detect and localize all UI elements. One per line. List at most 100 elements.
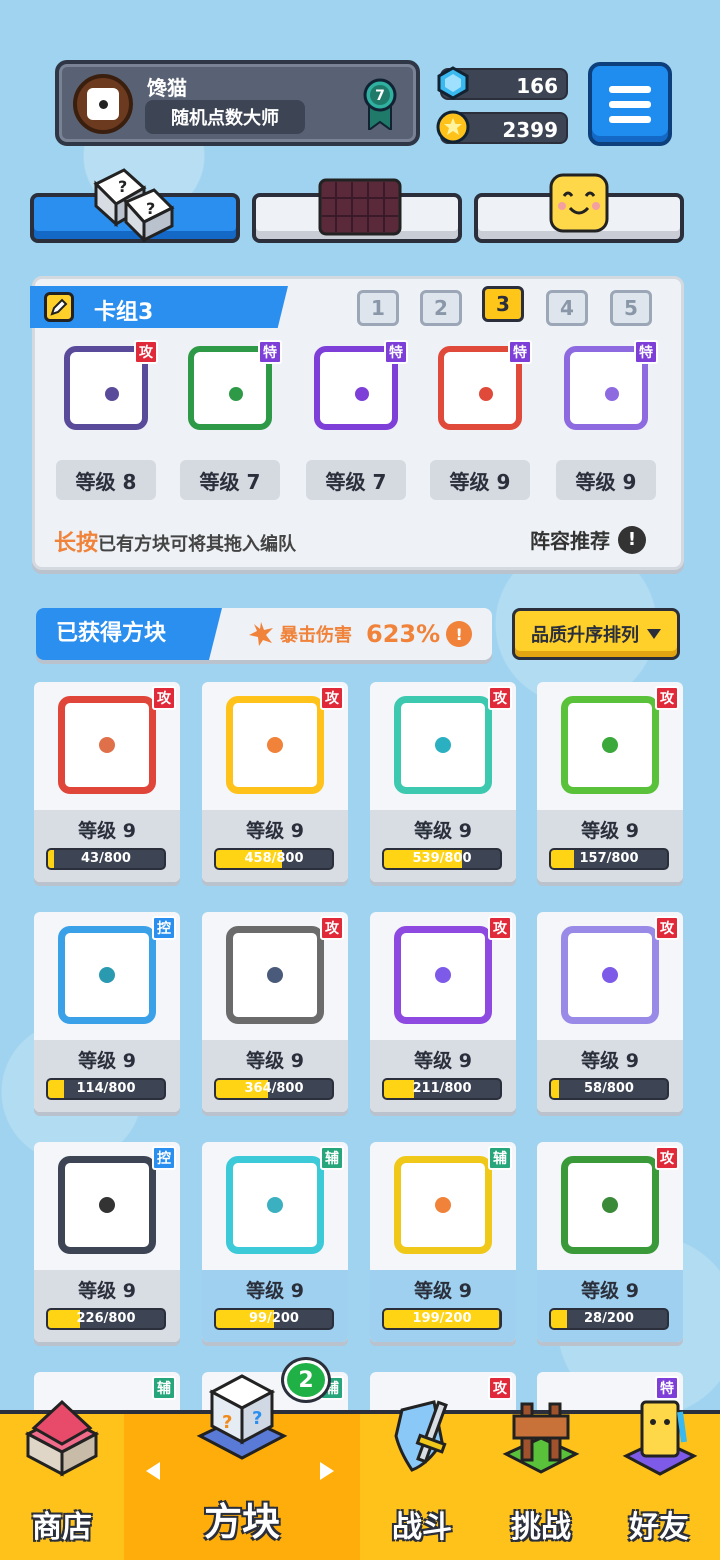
deck-card-level: 等级 8 [56, 460, 156, 500]
card-footer: 等级 9 114/800 [34, 1040, 180, 1112]
dice-icon [87, 88, 119, 120]
deck-card[interactable]: 特 [554, 336, 658, 440]
card-level: 等级 9 [78, 1280, 136, 1302]
deck-card-level: 等级 9 [556, 460, 656, 500]
card-face [394, 926, 492, 1024]
progress-text: 114/800 [76, 1081, 136, 1096]
smiley-face-icon [549, 173, 609, 233]
deck-card[interactable]: 特 [178, 336, 282, 440]
card-footer: 等级 9 43/800 [34, 810, 180, 882]
card-dot [229, 387, 243, 401]
crit-damage-info[interactable]: 暴击伤害 623% ! [248, 620, 473, 648]
block-card[interactable]: 控等级 9 114/800 [34, 912, 180, 1112]
card-level: 等级 9 [581, 1280, 639, 1302]
crit-value: 623% [366, 620, 441, 648]
card-type-tag: 攻 [152, 686, 176, 710]
card-level: 等级 9 [78, 1050, 136, 1072]
rank-ribbon-icon[interactable]: 7 [363, 78, 397, 130]
block-card[interactable]: 攻等级 9 539/800 [370, 682, 516, 882]
sort-button[interactable]: 品质升序排列 [512, 608, 680, 660]
deck-tab-2[interactable]: 2 [420, 290, 462, 326]
deck-tab-3[interactable]: 3 [482, 286, 524, 322]
menu-icon-line [609, 100, 651, 108]
nav-right-arrow-icon[interactable] [320, 1462, 334, 1480]
deck-card[interactable]: 特 [428, 336, 532, 440]
deck-tab-4[interactable]: 4 [546, 290, 588, 326]
deck-tab-5[interactable]: 5 [610, 290, 652, 326]
card-dot [355, 387, 369, 401]
nav-left-arrow-icon[interactable] [146, 1462, 160, 1480]
block-card[interactable]: 控等级 9 226/800 [34, 1142, 180, 1342]
progress-text: 58/800 [584, 1081, 634, 1096]
player-name: 馋猫 [147, 76, 187, 100]
progress-text: 43/800 [81, 851, 131, 866]
block-card[interactable]: 攻等级 9 458/800 [202, 682, 348, 882]
nav-challenge[interactable]: 挑战 [484, 1402, 598, 1560]
deck-card[interactable]: 攻 [54, 336, 158, 440]
shield-sword-icon [394, 1400, 448, 1472]
card-dot [99, 967, 115, 983]
board-grid-icon [318, 178, 402, 236]
player-profile-card[interactable]: 馋猫 随机点数大师 7 [55, 60, 420, 146]
progress-text: 539/800 [412, 851, 472, 866]
nav-blocks[interactable]: ? ? 方块 [124, 1374, 360, 1560]
card-type-tag: 攻 [320, 916, 344, 940]
gem-icon [437, 66, 469, 100]
deck-card-level: 等级 7 [306, 460, 406, 500]
upgrade-progress-bar: 58/800 [549, 1078, 669, 1100]
card-dot [435, 1197, 451, 1213]
deck-tab-1[interactable]: 1 [357, 290, 399, 326]
main-menu-button[interactable] [588, 62, 672, 146]
upgrade-progress-bar: 157/800 [549, 848, 669, 870]
progress-text: 157/800 [579, 851, 639, 866]
card-dot [602, 737, 618, 753]
block-card[interactable]: 攻等级 9 58/800 [537, 912, 683, 1112]
burst-icon [249, 622, 273, 646]
block-card[interactable]: 攻等级 9 43/800 [34, 682, 180, 882]
card-dot [99, 737, 115, 753]
upgrade-progress-bar: 364/800 [214, 1078, 334, 1100]
pencil-icon[interactable] [44, 292, 74, 322]
block-card[interactable]: 攻等级 9 28/200 [537, 1142, 683, 1342]
card-face [226, 926, 324, 1024]
block-card[interactable]: 攻等级 9 211/800 [370, 912, 516, 1112]
card-footer: 等级 9 364/800 [202, 1040, 348, 1112]
card-face [226, 696, 324, 794]
nav-battle-label: 战斗 [392, 1510, 452, 1545]
svg-text:?: ? [118, 177, 127, 196]
deck-card-level: 等级 9 [430, 460, 530, 500]
card-face [394, 696, 492, 794]
player-avatar[interactable] [73, 74, 133, 134]
drag-hint: 长按已有方块可将其拖入编队 [54, 525, 296, 557]
sort-label: 品质升序排列 [531, 625, 639, 646]
blocks-notification-badge: 2 [284, 1360, 328, 1400]
block-card[interactable]: 攻等级 9 364/800 [202, 912, 348, 1112]
owned-title: 已获得方块 [36, 608, 222, 660]
card-type-tag: 特 [634, 340, 658, 364]
nav-shop[interactable]: 商店 [0, 1399, 124, 1560]
card-dot [479, 387, 493, 401]
deck-card[interactable]: 特 [304, 336, 408, 440]
lineup-recommend-button[interactable]: 阵容推荐 ! [530, 525, 646, 554]
nav-battle[interactable]: 战斗 [360, 1400, 484, 1560]
card-type-tag: 攻 [488, 916, 512, 940]
block-card[interactable]: 攻等级 9 157/800 [537, 682, 683, 882]
card-dot [267, 967, 283, 983]
deck-header[interactable]: 卡组3 [30, 286, 288, 328]
nav-friends[interactable]: 好友 [598, 1400, 720, 1560]
hint-highlight: 长按 [54, 531, 99, 556]
friend-block-icon [622, 1400, 698, 1476]
svg-text:?: ? [146, 199, 155, 218]
card-type-tag: 辅 [320, 1146, 344, 1170]
card-type-tag: 特 [508, 340, 532, 364]
upgrade-progress-bar: 211/800 [382, 1078, 502, 1100]
card-footer: 等级 9 199/200 [370, 1270, 516, 1342]
card-type-tag: 控 [152, 1146, 176, 1170]
upgrade-progress-bar: 43/800 [46, 848, 166, 870]
deck-title: 卡组3 [94, 300, 154, 325]
card-dot [435, 967, 451, 983]
block-card[interactable]: 辅等级 9 99/200 [202, 1142, 348, 1342]
block-card[interactable]: 辅等级 9 199/200 [370, 1142, 516, 1342]
card-type-tag: 攻 [655, 916, 679, 940]
block-cube-icon: ? ? [196, 1374, 288, 1460]
